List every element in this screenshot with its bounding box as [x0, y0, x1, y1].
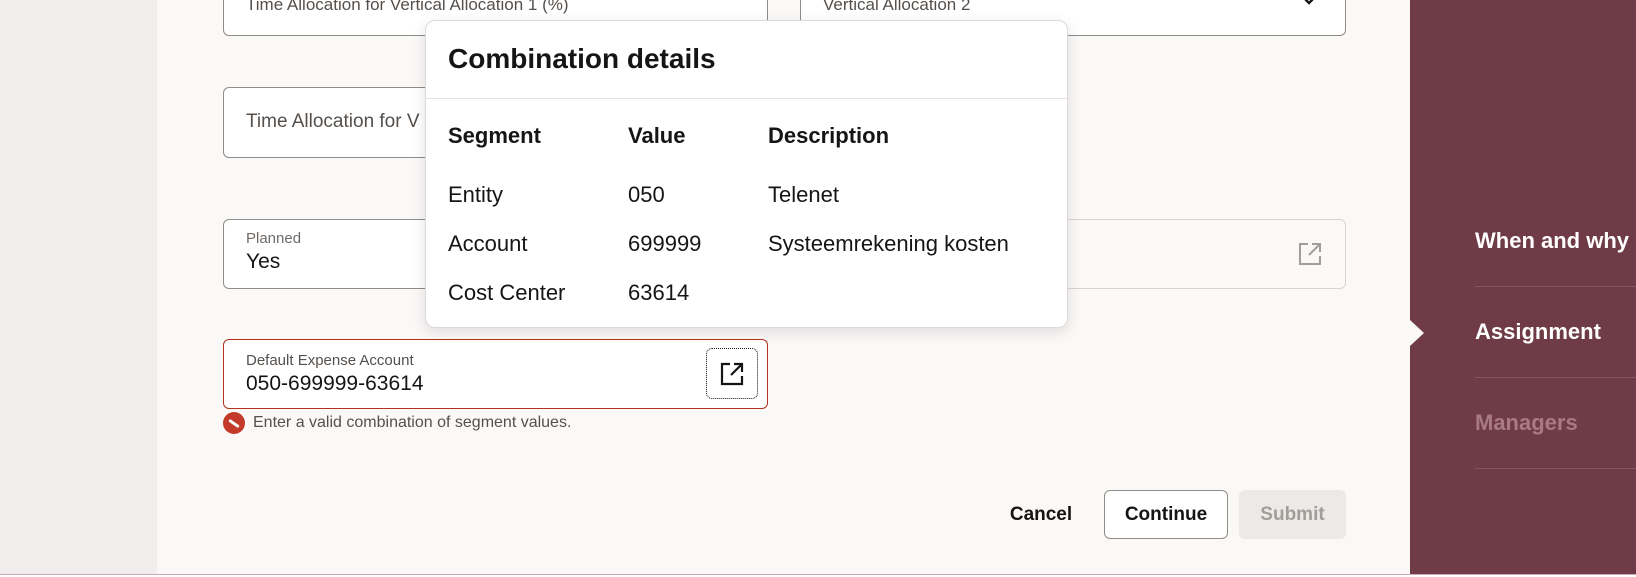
row-segment: Cost Center: [448, 280, 566, 305]
progress-sidebar: When and why Assignment Managers: [1410, 0, 1636, 574]
account-error-message: Enter a valid combination of segment val…: [223, 412, 571, 434]
row-description: Telenet: [768, 182, 839, 207]
external-link-icon: [720, 362, 744, 385]
header-value: Value: [628, 123, 686, 148]
continue-button[interactable]: Continue: [1104, 490, 1228, 539]
row-segment: Entity: [448, 182, 504, 207]
vertical-allocation-2-label: Vertical Allocation 2: [823, 0, 971, 14]
default-expense-account-value[interactable]: 050-699999-63614: [246, 372, 424, 396]
step-divider: [1475, 377, 1636, 378]
row-value: 050: [628, 182, 665, 207]
header-description: Description: [768, 123, 890, 148]
row-segment: Account: [448, 231, 528, 256]
planned-label: Planned: [246, 230, 302, 247]
step-assignment[interactable]: Assignment: [1475, 319, 1601, 345]
submit-button[interactable]: Submit: [1239, 490, 1346, 539]
popup-title: Combination details: [448, 43, 716, 74]
row-value: 63614: [628, 280, 690, 305]
step-managers[interactable]: Managers: [1475, 410, 1578, 436]
popup-divider: [426, 98, 1067, 99]
default-expense-account-label: Default Expense Account: [246, 352, 414, 369]
row-value: 699999: [628, 231, 702, 256]
combination-details-button[interactable]: [706, 348, 758, 399]
step-when-and-why[interactable]: When and why: [1475, 228, 1629, 254]
current-step-indicator: [1410, 320, 1424, 346]
row-description: Systeemrekening kosten: [768, 231, 1009, 256]
error-text: Enter a valid combination of segment val…: [253, 414, 572, 431]
step-divider: [1475, 286, 1636, 287]
error-icon: [223, 412, 245, 434]
time-allocation-2-label: Time Allocation for V: [246, 111, 420, 132]
cancel-button[interactable]: Cancel: [996, 490, 1086, 539]
step-divider: [1475, 468, 1636, 469]
time-allocation-1-label: Time Allocation for Vertical Allocation …: [246, 0, 569, 14]
combination-details-popup: Combination details Segment Value Descri…: [425, 20, 1068, 328]
default-expense-account-field[interactable]: Default Expense Account 050-699999-63614: [223, 339, 768, 409]
chevron-down-icon[interactable]: [1303, 0, 1315, 7]
external-link-icon[interactable]: [1297, 241, 1323, 267]
planned-value: Yes: [246, 250, 281, 273]
header-segment: Segment: [448, 123, 541, 148]
